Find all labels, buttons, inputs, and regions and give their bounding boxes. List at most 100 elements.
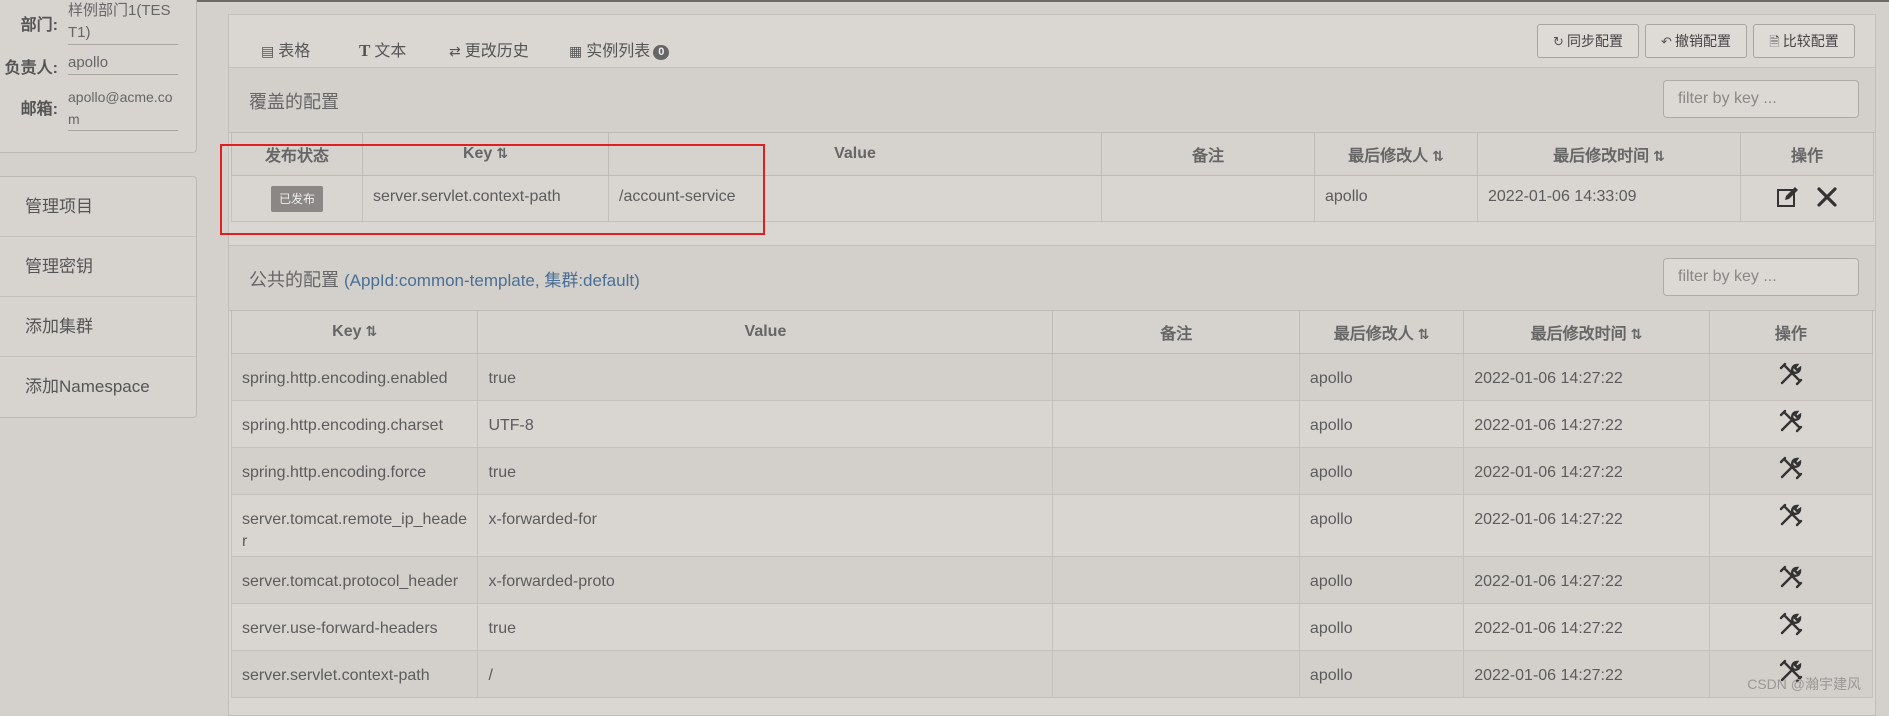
nav-add-cluster[interactable]: 添加集群	[0, 297, 196, 357]
table-row: server.tomcat.remote_ip_header x-forwarde…	[230, 494, 1874, 557]
dept-value: 样例部门1(TEST1)	[68, 0, 178, 45]
side-menu: 管理项目 管理密钥 添加集群 添加Namespace	[0, 176, 197, 418]
undo-icon: ↶	[1661, 34, 1672, 49]
col-time-label: 最后修改时间	[1530, 326, 1627, 343]
sort-icon: ⇅	[496, 145, 509, 161]
public-table-header: Key ⇅ Value 备注 最后修改人 ⇅ 最后修改时间 ⇅ 操作	[230, 310, 1874, 354]
tab-table[interactable]: ▤ 表格	[249, 37, 333, 70]
col-key-label: Key	[332, 323, 362, 340]
value-cell: true	[477, 447, 1054, 495]
key-cell: server.tomcat.protocol_header	[230, 556, 479, 604]
table-row: server.servlet.context-path / apollo 2022-0…	[230, 650, 1874, 698]
public-table: Key ⇅ Value 备注 最后修改人 ⇅ 最后修改时间 ⇅ 操作 spring.h…	[230, 310, 1874, 698]
modifier-cell: apollo	[1298, 603, 1465, 651]
modifier-cell: apollo	[1298, 447, 1465, 495]
comment-cell	[1052, 556, 1300, 604]
col-comment: 备注	[1052, 310, 1300, 354]
time-cell: 2022-01-06 14:27:22	[1463, 650, 1710, 698]
status-cell: 已发布	[231, 175, 363, 222]
col-ops: 操作	[1708, 310, 1874, 354]
time-cell: 2022-01-06 14:27:22	[1463, 353, 1710, 401]
top-border	[0, 0, 1889, 2]
rollback-config-button[interactable]: ↶ 撤销配置	[1645, 24, 1747, 58]
sort-icon: ⇅	[1432, 148, 1444, 164]
ops-cell	[1708, 494, 1874, 557]
public-section-title: 公共的配置 (AppId:common-template, 集群:default…	[249, 266, 640, 292]
modifier-cell: apollo	[1298, 400, 1465, 448]
sync-config-button[interactable]: ↻ 同步配置	[1537, 24, 1639, 58]
col-time[interactable]: 最后修改时间 ⇅	[1477, 132, 1741, 176]
col-status: 发布状态	[231, 132, 363, 176]
col-modifier[interactable]: 最后修改人 ⇅	[1298, 310, 1465, 354]
col-key[interactable]: Key ⇅	[230, 310, 479, 354]
tab-text[interactable]: T 文本	[359, 37, 406, 67]
wrench-icon[interactable]	[1778, 401, 1804, 439]
col-key-label: Key	[462, 145, 493, 162]
value-cell: x-forwarded-for	[477, 494, 1054, 557]
col-modifier[interactable]: 最后修改人 ⇅	[1314, 132, 1478, 176]
public-filter-input[interactable]	[1663, 258, 1859, 296]
ops-cell	[1708, 603, 1874, 651]
owner-label: 负责人:	[4, 60, 58, 77]
wrench-icon[interactable]	[1778, 557, 1804, 595]
sort-icon: ⇅	[1653, 148, 1665, 164]
override-section-header: 覆盖的配置	[229, 67, 1875, 133]
col-key[interactable]: Key ⇅	[362, 132, 609, 176]
rollback-config-label: 撤销配置	[1674, 33, 1731, 49]
file-icon: 🗎	[1769, 34, 1780, 49]
col-time[interactable]: 最后修改时间 ⇅	[1463, 310, 1710, 354]
watermark: CSDN @瀚宇建风	[1747, 676, 1861, 692]
value-cell: true	[477, 353, 1054, 401]
override-filter-input[interactable]	[1663, 80, 1859, 118]
tab-history[interactable]: ⇄ 更改历史	[449, 37, 529, 67]
col-modifier-label: 最后修改人	[1333, 326, 1414, 343]
edit-icon[interactable]	[1776, 176, 1800, 216]
key-cell: spring.http.encoding.enabled	[230, 353, 479, 401]
time-cell: 2022-01-06 14:27:22	[1463, 603, 1710, 651]
value-cell: true	[477, 603, 1054, 651]
key-cell: server.use-forward-headers	[230, 603, 479, 651]
tab-history-label: 更改历史	[464, 43, 529, 60]
ops-cell	[1708, 556, 1874, 604]
delete-icon[interactable]	[1816, 176, 1838, 216]
wrench-icon[interactable]	[1778, 448, 1804, 486]
modifier-cell: apollo	[1298, 650, 1465, 698]
dept-label: 部门:	[20, 17, 58, 34]
key-cell: spring.http.encoding.charset	[230, 400, 479, 448]
history-icon: ⇄	[449, 43, 461, 59]
instances-icon: ▦	[569, 43, 583, 59]
compare-config-label: 比较配置	[1782, 33, 1839, 49]
table-row: spring.http.encoding.enabled true apollo 20…	[230, 353, 1874, 401]
table-row: 已发布 server.servlet.context-path /account…	[231, 175, 1874, 222]
key-cell: server.servlet.context-path	[362, 175, 609, 222]
sort-icon: ⇅	[1417, 326, 1430, 342]
compare-config-button[interactable]: 🗎 比较配置	[1753, 24, 1855, 58]
wrench-icon[interactable]	[1778, 354, 1804, 392]
nav-manage-secret[interactable]: 管理密钥	[0, 237, 196, 297]
nav-manage-project[interactable]: 管理项目	[0, 177, 196, 237]
table-row: server.use-forward-headers true apollo 2022…	[230, 603, 1874, 651]
value-cell: /account-service	[608, 175, 1102, 222]
app-info-card: 部门: 样例部门1(TEST1) 负责人: apollo 邮箱: apollo@…	[0, 0, 197, 153]
comment-cell	[1052, 494, 1300, 557]
sync-icon: ↻	[1553, 34, 1564, 49]
value-cell: UTF-8	[477, 400, 1054, 448]
key-cell: spring.http.encoding.force	[230, 447, 479, 495]
public-section-title-text: 公共的配置	[249, 270, 339, 290]
col-value: Value	[477, 310, 1054, 354]
public-section-app-info: (AppId:common-template, 集群:default)	[344, 271, 640, 290]
table-row: spring.http.encoding.charset UTF-8 apollo 2…	[230, 400, 1874, 448]
table-icon: ▤	[261, 43, 275, 59]
comment-cell	[1052, 447, 1300, 495]
comment-cell	[1052, 650, 1300, 698]
wrench-icon[interactable]	[1778, 495, 1804, 533]
tab-instances[interactable]: ▦ 实例列表 0	[569, 37, 670, 67]
comment-cell	[1052, 603, 1300, 651]
modifier-cell: apollo	[1298, 556, 1465, 604]
instance-count-badge: 0	[653, 45, 670, 60]
override-table-header: 发布状态 Key ⇅ Value 备注 最后修改人 ⇅ 最后修改时间 ⇅ 操作	[231, 132, 1874, 176]
wrench-icon[interactable]	[1778, 604, 1804, 642]
nav-add-namespace[interactable]: 添加Namespace	[0, 357, 196, 416]
col-comment: 备注	[1101, 132, 1315, 176]
key-cell: server.tomcat.remote_ip_header	[230, 494, 479, 557]
